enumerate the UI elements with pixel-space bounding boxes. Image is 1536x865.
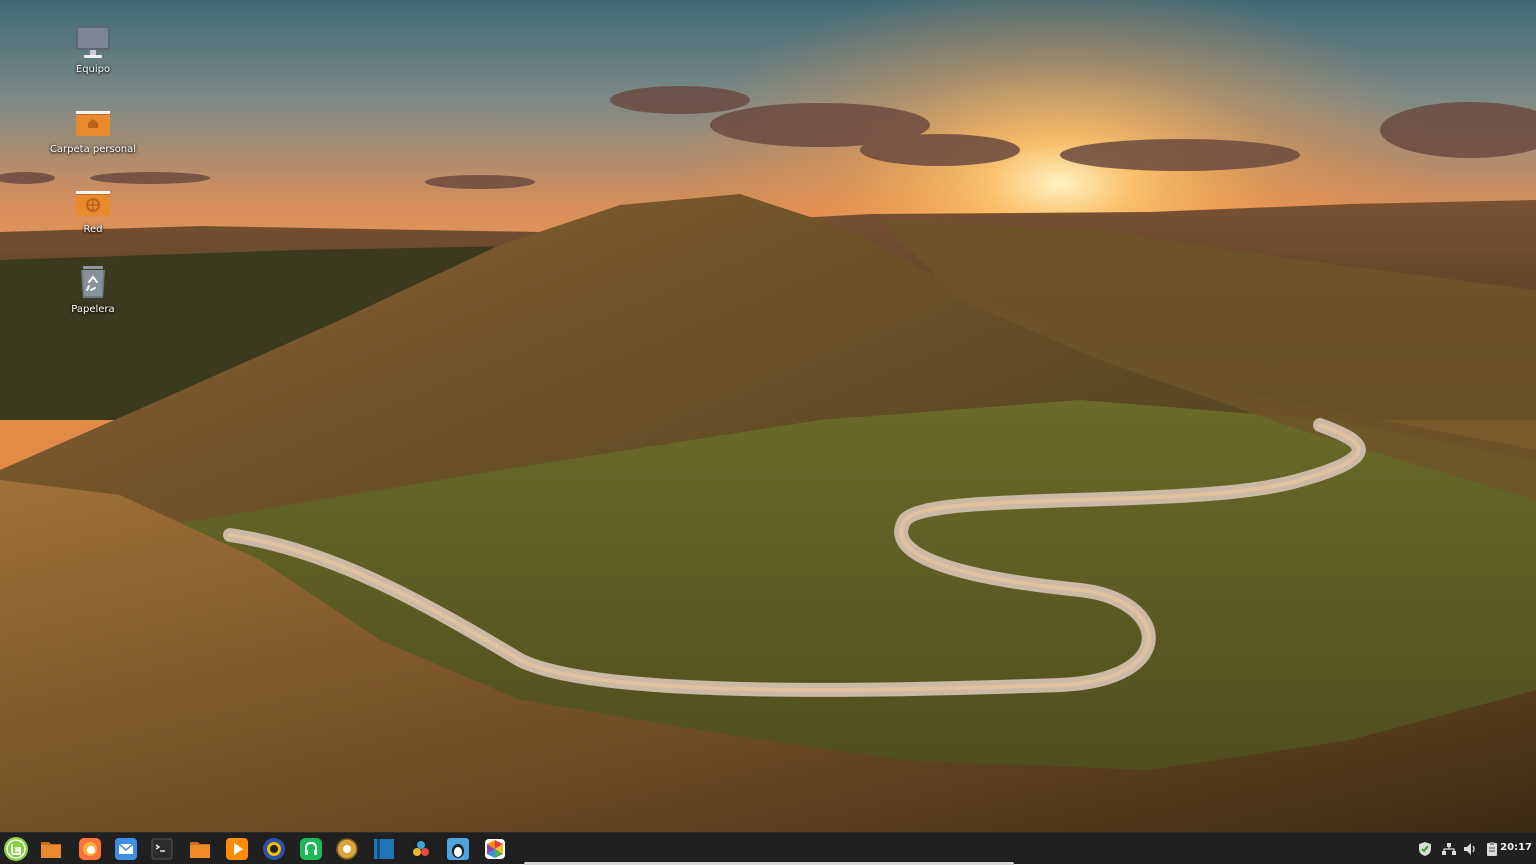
tux-paint-icon	[447, 838, 469, 860]
network-icon[interactable]	[1441, 841, 1457, 857]
menu-button[interactable]	[3, 836, 29, 862]
file-manager-button[interactable]	[187, 836, 213, 862]
davinci-resolve-icon	[410, 838, 432, 860]
book-reader-button[interactable]	[371, 836, 397, 862]
wallpaper	[0, 0, 1536, 832]
computer-icon	[73, 22, 113, 62]
taskbar: 20:17	[0, 832, 1536, 865]
desktop: Equipo Carpeta personal Red Papelera	[0, 0, 1536, 832]
desktop-icon-label: Red	[83, 224, 103, 235]
firefox-button[interactable]	[77, 836, 103, 862]
network-folder-icon	[73, 182, 113, 222]
media-player-icon	[226, 838, 248, 860]
software-manager-button[interactable]	[334, 836, 360, 862]
show-desktop-icon	[41, 842, 61, 858]
desktop-icon-papelera[interactable]: Papelera	[33, 262, 153, 315]
desktop-icon-label: Carpeta personal	[49, 144, 137, 155]
home-folder-icon	[73, 102, 113, 142]
color-picker-button[interactable]	[482, 836, 508, 862]
trash-icon	[73, 262, 113, 302]
software-manager-icon	[336, 838, 358, 860]
desktop-icon-red[interactable]: Red	[33, 182, 153, 235]
show-desktop-button[interactable]	[38, 836, 64, 862]
color-picker-icon	[485, 839, 505, 859]
media-player-button[interactable]	[224, 836, 250, 862]
shield-icon[interactable]	[1417, 841, 1433, 857]
clipboard-icon[interactable]	[1484, 841, 1500, 857]
tux-paint-button[interactable]	[445, 836, 471, 862]
spotify-icon	[300, 838, 322, 860]
firefox-icon	[79, 838, 101, 860]
terminal-icon	[151, 838, 173, 860]
mail-button[interactable]	[113, 836, 139, 862]
book-reader-icon	[374, 839, 394, 859]
desktop-icon-equipo[interactable]: Equipo	[33, 22, 153, 75]
clock[interactable]: 20:17	[1500, 842, 1532, 853]
terminal-button[interactable]	[149, 836, 175, 862]
mail-icon	[115, 838, 137, 860]
spotify-button[interactable]	[298, 836, 324, 862]
transmission-icon	[263, 838, 285, 860]
desktop-icon-label: Equipo	[75, 64, 111, 75]
davinci-resolve-button[interactable]	[408, 836, 434, 862]
file-manager-icon	[190, 842, 210, 858]
volume-icon[interactable]	[1462, 841, 1478, 857]
desktop-icon-carpeta-personal[interactable]: Carpeta personal	[33, 102, 153, 155]
desktop-icon-label: Papelera	[71, 304, 115, 315]
transmission-button[interactable]	[261, 836, 287, 862]
mint-menu-icon	[4, 837, 28, 861]
